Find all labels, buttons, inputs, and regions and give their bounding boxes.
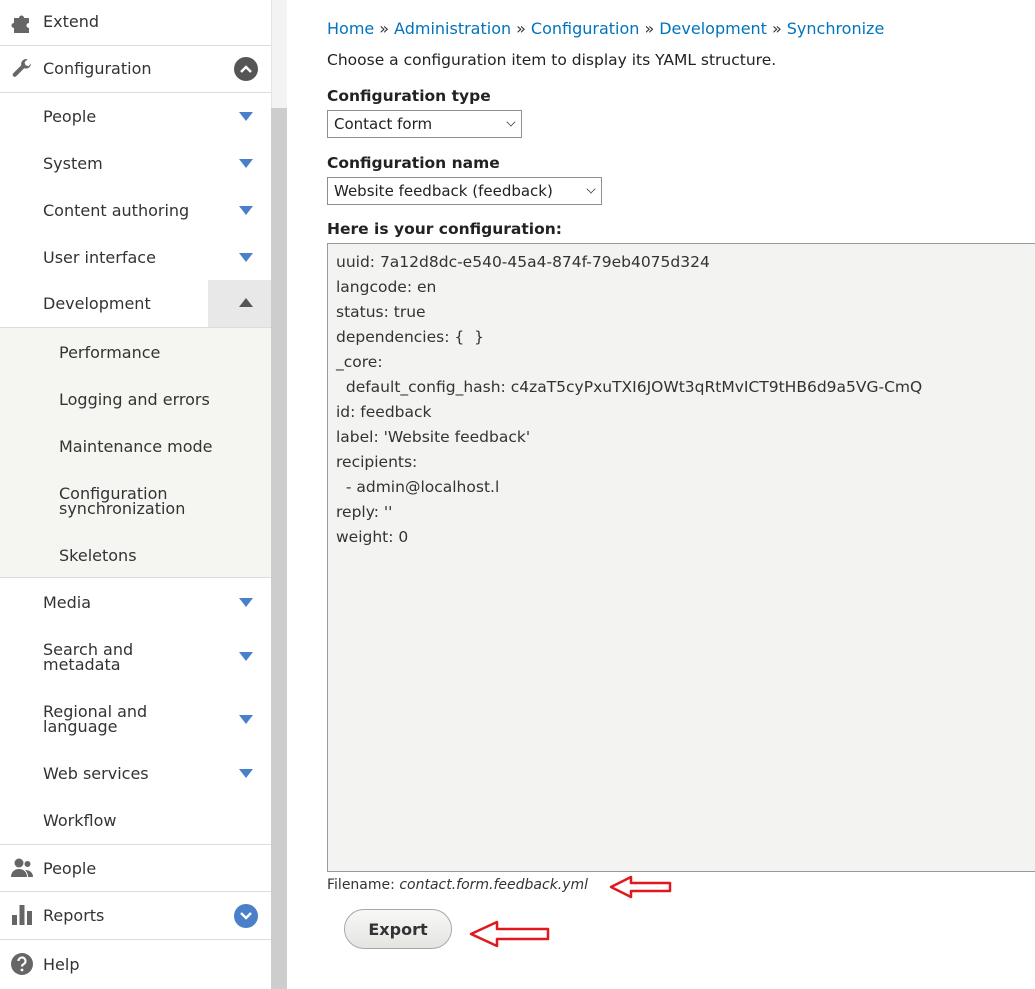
breadcrumb-administration[interactable]: Administration	[394, 19, 511, 38]
sidebar-item-web-services[interactable]: Web services	[0, 750, 271, 797]
yaml-line: uuid: 7a12d8dc-e540-45a4-874f-79eb4075d3…	[336, 253, 710, 271]
yaml-line: dependencies: { }	[336, 328, 484, 346]
menu-item-help[interactable]: Help	[0, 940, 271, 989]
sidebar-item-search-and-metadata[interactable]: Search and metadata	[0, 626, 271, 688]
config-type-value: Contact form	[334, 115, 433, 133]
yaml-line: - admin@localhost.l	[336, 478, 500, 496]
yaml-line: label: 'Website feedback'	[336, 428, 531, 446]
export-button[interactable]: Export	[344, 909, 452, 949]
scrollbar-thumb[interactable]	[271, 0, 287, 108]
menu-item-label: People	[43, 859, 97, 878]
sidebar-item-content-authoring[interactable]: Content authoring	[0, 187, 271, 234]
development-submenu: Performance Logging and errors Maintenan…	[0, 327, 271, 578]
main-content: Home» Administration» Configuration» Develo…	[287, 0, 1035, 989]
config-name-label: Configuration name	[327, 154, 500, 172]
expand-icon[interactable]	[239, 598, 253, 607]
menu-item-configuration[interactable]: Configuration	[0, 46, 271, 93]
expand-icon[interactable]	[239, 112, 253, 121]
breadcrumb-configuration[interactable]: Configuration	[531, 19, 640, 38]
sidebar-item-skeletons[interactable]: Skeletons	[59, 548, 137, 564]
bar-chart-icon	[9, 902, 35, 928]
menu-item-label: Extend	[43, 12, 99, 31]
sidebar-item-label: Regional and language	[43, 702, 148, 736]
filename-row: Filename: contact.form.feedback.yml	[327, 877, 588, 893]
chevron-down-icon	[506, 117, 516, 127]
expand-icon[interactable]	[234, 904, 258, 928]
sidebar-item-maintenance-mode[interactable]: Maintenance mode	[59, 439, 213, 455]
sidebar-item-label: Media	[43, 593, 92, 612]
sidebar-item-system[interactable]: System	[0, 140, 271, 187]
breadcrumb-separator: »	[644, 19, 655, 38]
sidebar-item-people[interactable]: People	[0, 93, 271, 140]
sidebar-item-label: System	[43, 154, 103, 173]
yaml-line: _core:	[336, 353, 383, 371]
yaml-line: id: feedback	[336, 403, 432, 421]
annotation-arrow-icon	[609, 875, 672, 899]
config-name-select[interactable]: Website feedback (feedback)	[327, 177, 602, 205]
expand-icon[interactable]	[239, 652, 253, 661]
expand-icon[interactable]	[239, 206, 253, 215]
yaml-line: reply: ''	[336, 503, 393, 521]
sidebar-item-label: Content authoring	[43, 201, 190, 220]
breadcrumb-separator: »	[771, 19, 782, 38]
menu-item-reports[interactable]: Reports	[0, 892, 271, 940]
sidebar-item-workflow[interactable]: Workflow	[0, 797, 271, 844]
sidebar-item-regional-and-language[interactable]: Regional and language	[0, 688, 271, 750]
breadcrumb-separator: »	[516, 19, 526, 38]
breadcrumb-home[interactable]: Home	[327, 19, 374, 38]
filename-value: contact.form.feedback.yml	[399, 877, 589, 893]
menu-item-extend[interactable]: Extend	[0, 0, 271, 46]
chevron-down-icon	[586, 184, 596, 194]
yaml-line: status: true	[336, 303, 426, 321]
sidebar-item-label: User interface	[43, 248, 156, 267]
sidebar-item-performance[interactable]: Performance	[59, 345, 160, 361]
yaml-line: weight: 0	[336, 528, 409, 546]
config-type-select[interactable]: Contact form	[327, 110, 522, 138]
sidebar-item-label: People	[43, 107, 97, 126]
sidebar-item-label: Development	[43, 294, 151, 313]
intro-text: Choose a configuration item to display i…	[327, 51, 777, 69]
filename-label: Filename:	[327, 877, 395, 893]
annotation-arrow-icon	[469, 920, 550, 948]
admin-sidebar: Extend Configuration People System Conte…	[0, 0, 271, 989]
config-type-label: Configuration type	[327, 87, 491, 105]
expand-icon[interactable]	[239, 769, 253, 778]
sidebar-item-user-interface[interactable]: User interface	[0, 234, 271, 281]
yaml-line: recipients:	[336, 453, 418, 471]
breadcrumb-synchronize[interactable]: Synchronize	[787, 19, 885, 38]
menu-item-label: Reports	[43, 906, 105, 925]
collapse-icon[interactable]	[239, 298, 253, 307]
breadcrumb-separator: »	[379, 19, 390, 38]
sidebar-item-label: Search and metadata	[43, 640, 134, 674]
config-name-value: Website feedback (feedback)	[334, 182, 553, 200]
expand-icon[interactable]	[239, 159, 253, 168]
wrench-icon	[9, 56, 35, 82]
sidebar-item-label: Web services	[43, 764, 149, 783]
sidebar-item-configuration-synchronization[interactable]: Configuration synchronization	[59, 486, 209, 517]
sidebar-item-logging-and-errors[interactable]: Logging and errors	[59, 392, 210, 408]
people-icon	[9, 855, 35, 881]
config-output-label: Here is your configuration:	[327, 220, 562, 238]
sidebar-item-media[interactable]: Media	[0, 579, 271, 626]
yaml-line: langcode: en	[336, 278, 437, 296]
sidebar-item-label: Workflow	[43, 811, 117, 830]
question-icon	[9, 951, 35, 977]
yaml-line: default_config_hash: c4zaT5cyPxuTXI6JOWt…	[336, 378, 923, 396]
sidebar-scrollbar[interactable]	[271, 0, 287, 989]
menu-item-people[interactable]: People	[0, 844, 271, 892]
scrollbar-track[interactable]	[271, 108, 287, 989]
config-yaml-textarea[interactable]: uuid: 7a12d8dc-e540-45a4-874f-79eb4075d3…	[327, 243, 1035, 872]
breadcrumb-development[interactable]: Development	[659, 19, 767, 38]
expand-icon[interactable]	[239, 715, 253, 724]
breadcrumb: Home» Administration» Configuration» Develo…	[327, 19, 884, 38]
puzzle-icon	[9, 10, 35, 36]
expand-icon[interactable]	[239, 253, 253, 262]
collapse-icon[interactable]	[234, 57, 258, 81]
menu-item-label: Help	[43, 955, 80, 974]
menu-item-label: Configuration	[43, 59, 152, 78]
sidebar-item-development[interactable]: Development	[0, 280, 271, 327]
